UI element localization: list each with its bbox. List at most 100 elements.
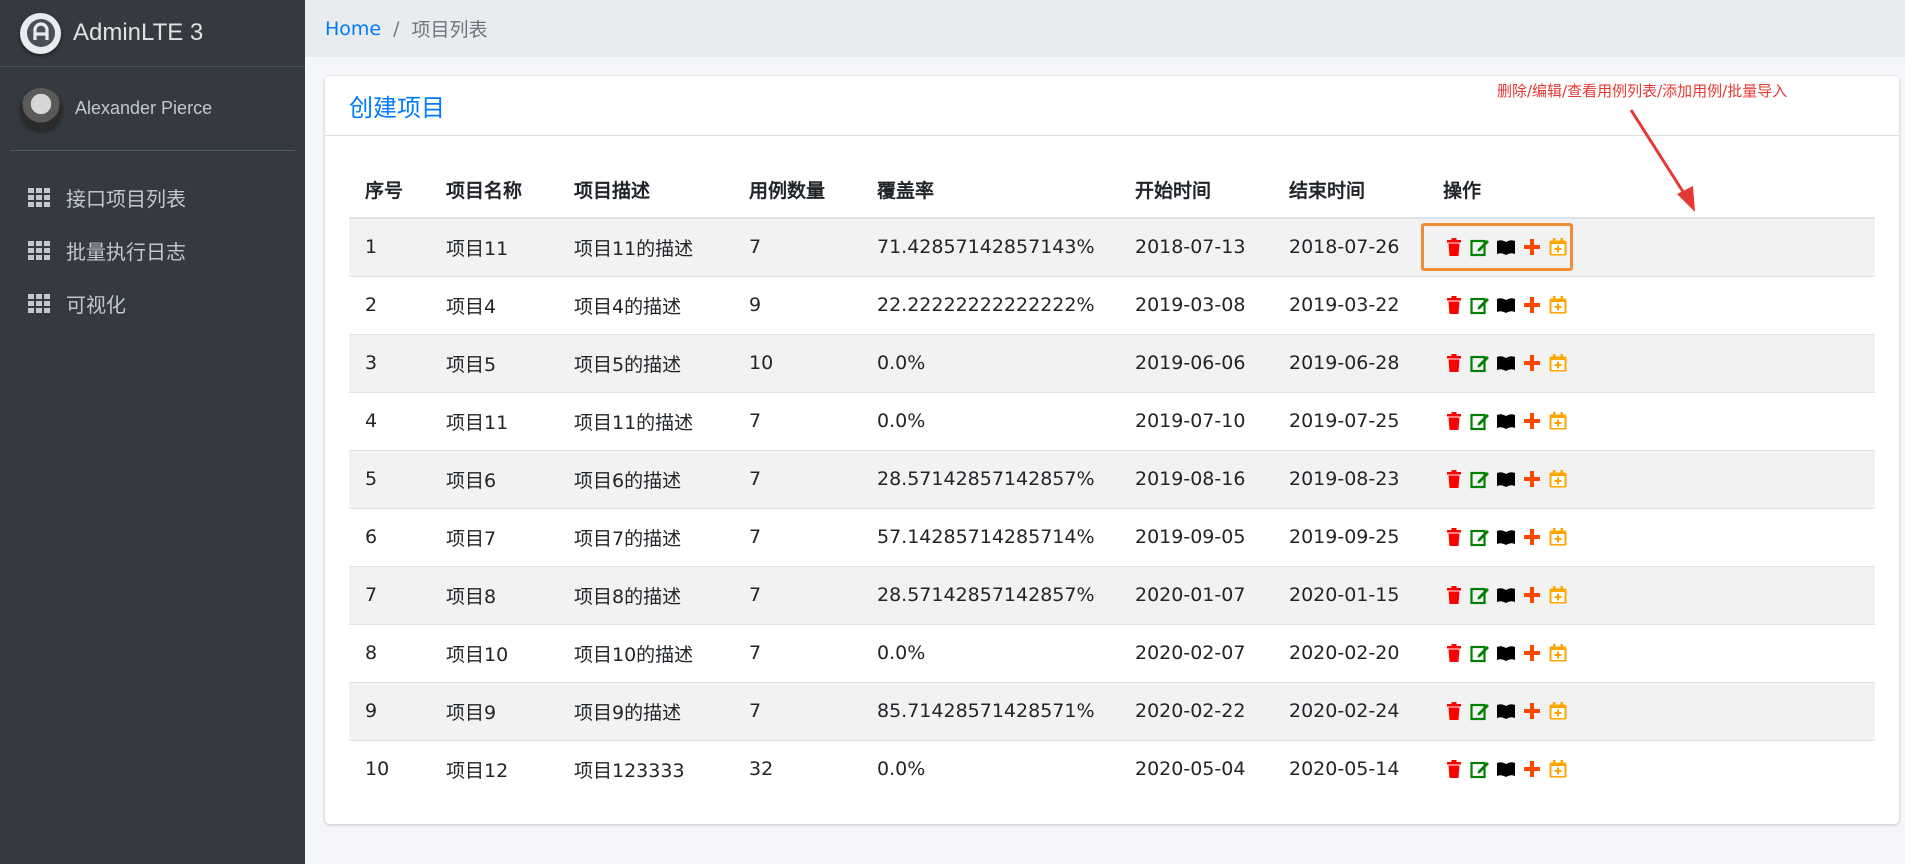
table-cell: 2019-06-28 [1273,333,1427,392]
table-cell: 项目123333 [558,739,733,798]
breadcrumb-home-link[interactable]: Home [325,18,381,40]
plus-icon[interactable] [1521,758,1543,780]
table-cell: 项目11的描述 [558,391,733,450]
calendar-plus-icon[interactable] [1547,584,1569,606]
table-cell: 2020-02-20 [1273,623,1427,682]
delete-icon[interactable] [1443,352,1465,374]
delete-icon[interactable] [1443,410,1465,432]
calendar-plus-icon[interactable] [1547,700,1569,722]
book-icon[interactable] [1495,758,1517,780]
table-cell: 1 [349,217,430,276]
delete-icon[interactable] [1443,526,1465,548]
table-cell: 2019-03-22 [1273,275,1427,334]
delete-icon[interactable] [1443,758,1465,780]
edit-icon[interactable] [1469,468,1491,490]
table-cell: 项目12 [430,739,558,798]
calendar-plus-icon[interactable] [1547,294,1569,316]
plus-icon[interactable] [1521,642,1543,664]
calendar-plus-icon[interactable] [1547,468,1569,490]
table-cell: 2019-08-16 [1119,449,1273,508]
column-header: 项目描述 [558,162,733,219]
book-icon[interactable] [1495,410,1517,432]
table-cell: 10 [349,739,430,798]
delete-icon[interactable] [1443,468,1465,490]
column-header: 用例数量 [733,162,861,219]
table-cell: 9 [349,681,430,740]
book-icon[interactable] [1495,294,1517,316]
plus-icon[interactable] [1521,410,1543,432]
plus-icon[interactable] [1521,700,1543,722]
calendar-plus-icon[interactable] [1547,410,1569,432]
delete-icon[interactable] [1443,700,1465,722]
table-cell: 项目11的描述 [558,217,733,276]
row-actions [1443,236,1875,258]
book-icon[interactable] [1495,642,1517,664]
edit-icon[interactable] [1469,526,1491,548]
grid-icon [28,240,52,261]
user-panel[interactable]: Alexander Pierce [10,67,295,151]
plus-icon[interactable] [1521,236,1543,258]
calendar-plus-icon[interactable] [1547,758,1569,780]
book-icon[interactable] [1495,352,1517,374]
table-cell: 9 [733,275,861,334]
row-actions [1443,410,1875,432]
plus-icon[interactable] [1521,584,1543,606]
table-cell: 71.42857142857143% [861,217,1119,276]
table-cell: 7 [733,507,861,566]
sidebar-item-batch-logs[interactable]: 批量执行日志 [0,224,305,277]
calendar-plus-icon[interactable] [1547,236,1569,258]
table-cell: 28.57142857142857% [861,565,1119,624]
table-row: 5 项目6 项目6的描述 7 28.57142857142857% 2019-08-16 2… [349,449,1875,508]
book-icon[interactable] [1495,468,1517,490]
plus-icon[interactable] [1521,352,1543,374]
book-icon[interactable] [1495,236,1517,258]
edit-icon[interactable] [1469,352,1491,374]
actions-cell [1427,275,1875,334]
sidebar-item-visualization[interactable]: 可视化 [0,277,305,330]
edit-icon[interactable] [1469,642,1491,664]
actions-cell [1427,623,1875,682]
delete-icon[interactable] [1443,236,1465,258]
edit-icon[interactable] [1469,700,1491,722]
edit-icon[interactable] [1469,294,1491,316]
delete-icon[interactable] [1443,584,1465,606]
edit-icon[interactable] [1469,410,1491,432]
table-cell: 57.14285714285714% [861,507,1119,566]
table-cell: 2019-08-23 [1273,449,1427,508]
table-cell: 7 [733,391,861,450]
delete-icon[interactable] [1443,294,1465,316]
table-cell: 2018-07-13 [1119,217,1273,276]
table-cell: 2020-05-14 [1273,739,1427,798]
calendar-plus-icon[interactable] [1547,352,1569,374]
table-cell: 项目8的描述 [558,565,733,624]
table-cell: 3 [349,333,430,392]
calendar-plus-icon[interactable] [1547,642,1569,664]
delete-icon[interactable] [1443,642,1465,664]
actions-cell [1427,739,1875,798]
project-table: 序号 项目名称 项目描述 用例数量 覆盖率 开始时间 结束时间 操作 1 项目11 项目11的描述… [349,162,1875,798]
table-cell: 7 [733,565,861,624]
plus-icon[interactable] [1521,468,1543,490]
create-project-link[interactable]: 创建项目 [349,88,445,123]
sidebar-item-label: 批量执行日志 [66,240,186,264]
grid-icon [28,187,52,208]
book-icon[interactable] [1495,700,1517,722]
breadcrumb: Home / 项目列表 [305,0,1905,57]
plus-icon[interactable] [1521,526,1543,548]
table-cell: 32 [733,739,861,798]
book-icon[interactable] [1495,584,1517,606]
brand-link[interactable]: AdminLTE 3 [0,0,305,67]
sidebar-item-api-projects[interactable]: 接口项目列表 [0,171,305,224]
table-cell: 2020-01-07 [1119,565,1273,624]
table-cell: 5 [349,449,430,508]
table-cell: 7 [733,681,861,740]
edit-icon[interactable] [1469,584,1491,606]
edit-icon[interactable] [1469,236,1491,258]
calendar-plus-icon[interactable] [1547,526,1569,548]
table-cell: 2019-06-06 [1119,333,1273,392]
user-name[interactable]: Alexander Pierce [75,98,212,119]
book-icon[interactable] [1495,526,1517,548]
plus-icon[interactable] [1521,294,1543,316]
table-cell: 2019-09-25 [1273,507,1427,566]
edit-icon[interactable] [1469,758,1491,780]
